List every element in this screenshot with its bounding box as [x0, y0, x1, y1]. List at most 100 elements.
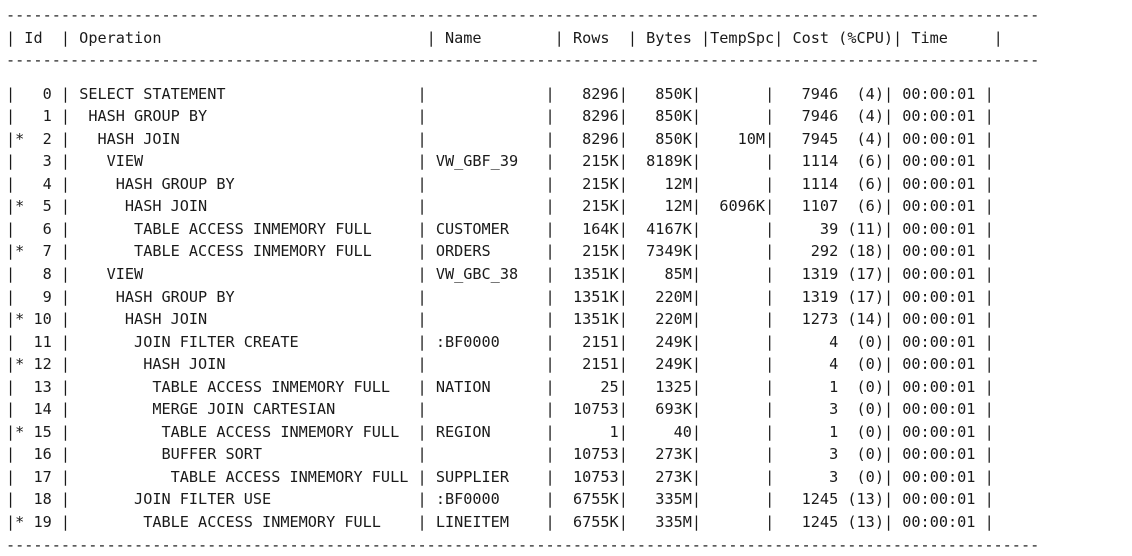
row-rows: 1351K: [563, 310, 619, 329]
row-sep: |: [536, 490, 564, 509]
row-rows: 8296: [563, 84, 619, 103]
row-operation: TABLE ACCESS INMEMORY FULL: [79, 219, 418, 238]
row-operation: HASH JOIN: [79, 197, 418, 216]
row-rows: 8296: [563, 107, 619, 126]
row-sep: |: [536, 174, 564, 193]
row-operation: HASH JOIN: [79, 129, 418, 148]
row-time: 00:00:01: [902, 310, 976, 329]
row-predicate: [15, 220, 24, 238]
row-sep: |: [51, 152, 80, 171]
plan-rows: | 0 | SELECT STATEMENT | | 8296| 850K| |…: [6, 83, 1039, 534]
row-sep: |: [765, 174, 784, 193]
header-sep: |: [774, 28, 793, 47]
row-cpu: (4): [847, 84, 884, 103]
row-sep: |: [417, 129, 436, 148]
row-name: [436, 197, 537, 215]
row-cost: 4: [783, 332, 839, 351]
row-sep: |: [883, 129, 903, 148]
plan-row: |* 7 | TABLE ACCESS INMEMORY FULL | ORDE…: [6, 240, 1039, 263]
row-sep: |: [618, 332, 638, 351]
header-cost: Cost (%CPU): [792, 28, 894, 47]
row-sep: |: [883, 445, 903, 464]
row-id: 14: [24, 400, 52, 419]
row-name: [436, 400, 537, 418]
row-sep: |: [765, 287, 784, 306]
row-sep: |: [883, 287, 903, 306]
row-sep: |: [6, 219, 16, 238]
row-name: [436, 130, 537, 148]
row-sep: |: [975, 84, 994, 103]
row-operation: MERGE JOIN CARTESIAN: [79, 400, 418, 419]
row-sep: |: [417, 219, 436, 238]
row-predicate: *: [15, 310, 25, 329]
row-cpu: (0): [847, 400, 884, 419]
row-bytes: 335M: [637, 513, 692, 532]
row-tempspc: [701, 265, 765, 283]
row-sep: |: [883, 152, 903, 171]
header-separator: ----------------------------------------…: [6, 51, 1040, 70]
row-sep: |: [765, 152, 784, 171]
row-cpu: (6): [847, 174, 884, 193]
plan-row: | 16 | BUFFER SORT | | 10753| 273K| | 3 …: [6, 443, 1039, 466]
row-sep: |: [536, 242, 564, 261]
row-bytes: 850K: [637, 107, 692, 126]
row-sep: |: [975, 422, 994, 441]
row-bytes: 4167K: [637, 219, 692, 238]
row-sep: |: [975, 129, 994, 148]
row-cost: 1: [783, 422, 839, 441]
row-sep: |: [51, 197, 80, 216]
row-predicate: [15, 152, 24, 170]
row-cpu: (13): [847, 490, 884, 509]
row-cpu: (0): [847, 445, 884, 464]
row-sep: |: [618, 107, 638, 126]
row-predicate: [15, 490, 24, 508]
plan-row: | 9 | HASH GROUP BY | | 1351K| 220M| | 1…: [6, 286, 1039, 309]
row-id: 12: [24, 355, 52, 374]
row-predicate: [15, 333, 24, 351]
row-cost: 1319: [783, 265, 839, 284]
row-time: 00:00:01: [902, 242, 976, 261]
row-sep: |: [883, 467, 903, 486]
plan-row: |* 5 | HASH JOIN | | 215K| 12M| 6096K| 1…: [6, 195, 1039, 218]
row-sep: |: [691, 490, 702, 509]
header-bytes: Bytes: [646, 28, 692, 47]
row-bytes: 273K: [637, 467, 692, 486]
row-sep: |: [691, 197, 702, 216]
row-name: [436, 85, 537, 103]
row-name: [436, 175, 537, 193]
row-sep: |: [618, 152, 638, 171]
row-sep: |: [536, 377, 564, 396]
row-cost: 292: [783, 242, 839, 261]
row-operation: TABLE ACCESS INMEMORY FULL: [79, 513, 418, 532]
row-name: [436, 107, 537, 125]
row-bytes: 850K: [637, 84, 692, 103]
row-predicate: *: [15, 422, 25, 441]
plan-row: | 18 | JOIN FILTER USE | :BF0000 | 6755K…: [6, 488, 1039, 511]
row-sep: |: [883, 242, 903, 261]
row-bytes: 850K: [637, 129, 692, 148]
row-sep: |: [618, 197, 638, 216]
row-sep: |: [536, 355, 564, 374]
row-sep: |: [691, 129, 702, 148]
bottom-separator: ----------------------------------------…: [6, 535, 1040, 554]
row-sep: |: [975, 174, 994, 193]
row-sep: |: [691, 265, 702, 284]
row-operation: TABLE ACCESS INMEMORY FULL: [79, 467, 418, 486]
row-predicate: [15, 85, 24, 103]
row-bytes: 85M: [637, 265, 692, 284]
row-sep: |: [51, 377, 80, 396]
row-sep: |: [765, 219, 784, 238]
row-sep: |: [536, 310, 564, 329]
row-predicate: [15, 288, 24, 306]
row-tempspc: 6096K: [701, 197, 766, 216]
row-sep: |: [691, 107, 702, 126]
row-operation: TABLE ACCESS INMEMORY FULL: [79, 422, 418, 441]
header-sep: |: [609, 28, 647, 47]
row-sep: |: [765, 355, 784, 374]
top-separator: ----------------------------------------…: [6, 6, 1040, 24]
row-operation: JOIN FILTER CREATE: [79, 332, 418, 351]
header-row: | Id | Operation | Name | Rows | Bytes |…: [6, 27, 1039, 50]
row-sep: |: [536, 152, 564, 171]
row-sep: |: [975, 152, 994, 171]
row-cpu: (14): [847, 310, 884, 329]
